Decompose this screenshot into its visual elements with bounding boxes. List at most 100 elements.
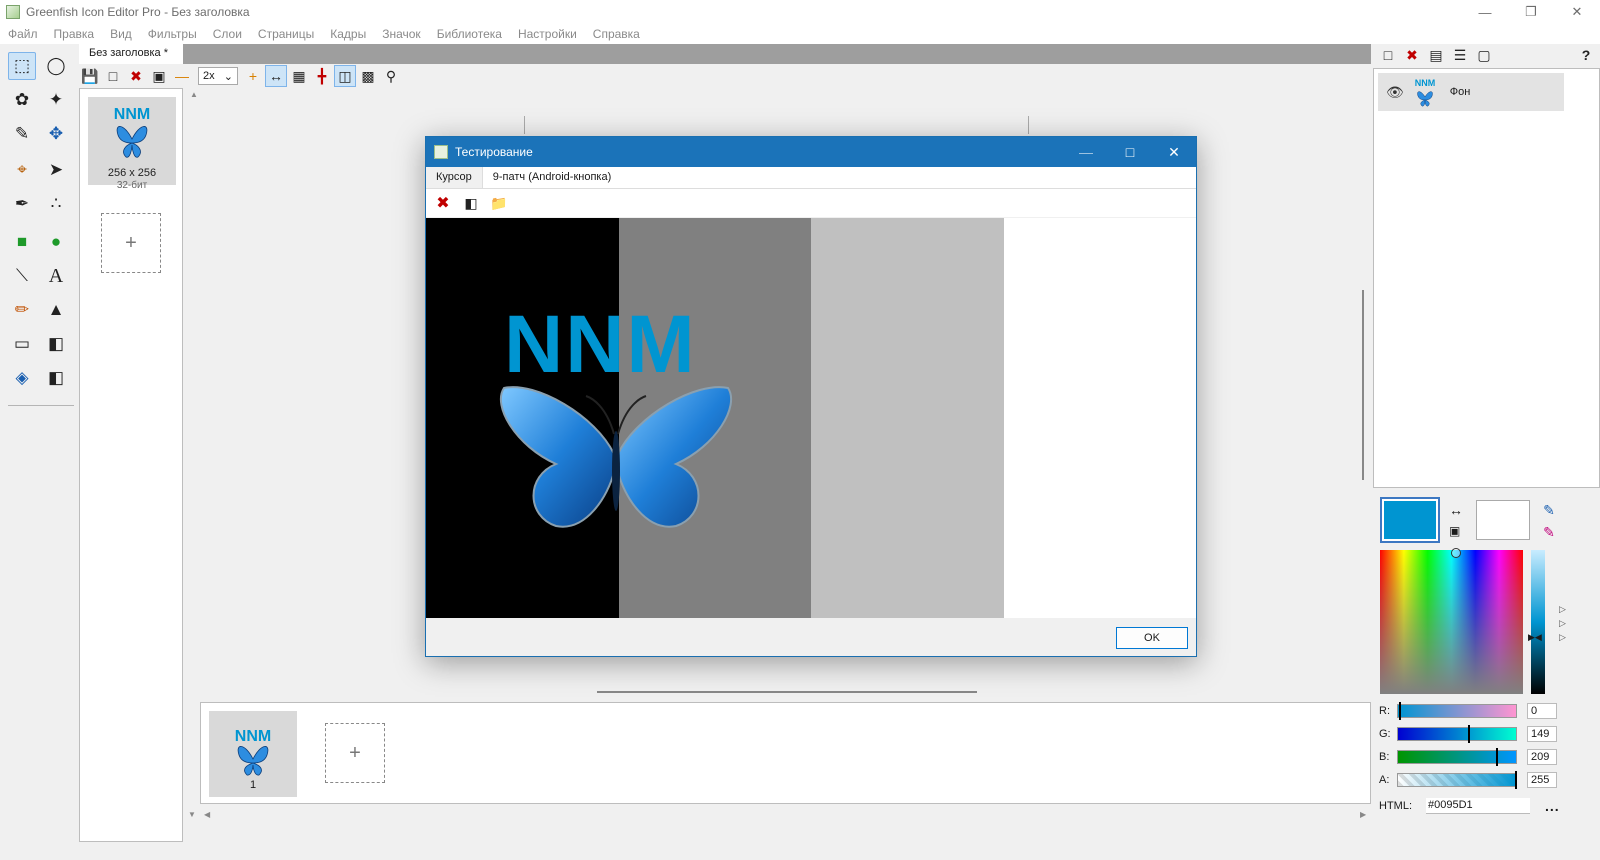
menu-layers[interactable]: Слои [213,27,242,41]
menu-view[interactable]: Вид [110,27,132,41]
menu-file[interactable]: Файл [8,27,38,41]
gradient-icon[interactable]: ◧ [42,364,70,392]
close-button[interactable]: ✕ [1554,0,1600,24]
layer-mask-icon[interactable]: ▢ [1473,44,1495,66]
clone-icon[interactable]: ◧ [42,330,70,358]
more-options-button[interactable]: ... [1545,798,1560,814]
html-color-field[interactable]: #0095D1 [1426,798,1530,814]
ok-button[interactable]: OK [1116,627,1188,649]
spectrum-marker[interactable] [1451,548,1461,558]
color-spectrum[interactable] [1380,550,1523,694]
text-icon[interactable]: A [42,262,70,290]
move-icon[interactable]: ✥ [42,120,70,148]
crosshair-grid-icon[interactable]: ╋ [311,65,333,87]
fill-icon[interactable]: ◈ [8,364,36,392]
blue-slider[interactable] [1397,748,1517,766]
new-page-icon[interactable]: □ [102,65,124,87]
swap-colors-icon[interactable]: ↔ [1449,502,1463,518]
pointer-icon[interactable]: ➤ [42,156,70,184]
rectangle-icon[interactable]: ■ [8,228,36,256]
alpha-value[interactable]: 255 [1527,772,1557,788]
reset-colors-icon[interactable]: ▣ [1449,524,1460,538]
ellipse-select-icon[interactable]: ◯ [42,52,70,80]
delete-icon[interactable]: ✖ [125,65,147,87]
actual-size-icon[interactable]: ▣ [148,65,170,87]
green-slider-thumb[interactable] [1468,725,1470,743]
clear-icon[interactable]: ✖ [432,192,454,214]
lasso-icon[interactable]: ✿ [8,86,36,114]
menu-frames[interactable]: Кадры [330,27,366,41]
frame-thumbnail[interactable]: NNM 1 [209,711,297,797]
fit-width-icon[interactable]: ↔ [265,65,287,87]
transparent-color-icon[interactable]: ✎ [1541,524,1557,540]
blue-slider-thumb[interactable] [1496,748,1498,766]
blue-value[interactable]: 209 [1527,749,1557,765]
rect-select-icon[interactable]: ⬚ [8,52,36,80]
primary-color-swatch[interactable] [1380,497,1440,543]
eye-icon[interactable]: 👁 [1386,84,1404,101]
document-tab[interactable]: Без заголовка * [79,44,183,64]
green-value[interactable]: 149 [1527,726,1557,742]
test-preview-icon[interactable]: ⚲ [380,65,402,87]
filmstrip-icon[interactable]: ▩ [357,65,379,87]
menu-settings[interactable]: Настройки [518,27,577,41]
help-icon[interactable]: ? [1575,44,1597,66]
eraser-icon[interactable]: ▭ [8,330,36,358]
zoom-in-icon[interactable]: + [242,65,264,87]
crop-icon[interactable]: ⌖ [8,156,36,184]
pencil-icon[interactable]: ✏ [8,296,36,324]
merge-layers-icon[interactable]: ☰ [1449,44,1471,66]
tab-nine-patch[interactable]: 9-патч (Android-кнопка) [483,167,621,188]
red-value[interactable]: 0 [1527,703,1557,719]
pen-select-icon[interactable]: ✎ [8,120,36,148]
background-toggle-icon[interactable]: ◧ [460,192,482,214]
dialog-minimize-button[interactable]: — [1064,137,1108,167]
tab-cursor[interactable]: Курсор [426,167,483,188]
magic-wand-icon[interactable]: ✦ [42,86,70,114]
delete-layer-icon[interactable]: ✖ [1401,44,1423,66]
dialog-maximize-button[interactable]: □ [1108,137,1152,167]
restore-button[interactable]: ❐ [1508,0,1554,24]
luminance-bar[interactable] [1531,550,1545,694]
eyedropper-icon[interactable]: ✒ [8,190,36,218]
spray-icon[interactable]: ∴ [42,190,70,218]
scroll-up-icon[interactable]: ▲ [190,90,198,99]
minimize-button[interactable]: — [1462,0,1508,24]
alpha-slider-thumb[interactable] [1515,771,1517,789]
menu-icon[interactable]: Значок [382,27,420,41]
page-thumbnail[interactable]: NNM 256 x 256 32-бит [88,97,176,191]
grid-icon[interactable]: ▦ [288,65,310,87]
menu-help[interactable]: Справка [593,27,640,41]
alpha-slider[interactable] [1397,771,1517,789]
zoom-out-icon[interactable]: — [171,65,193,87]
open-folder-icon[interactable]: 📁 [488,192,510,214]
brush-icon[interactable]: ▲ [42,296,70,324]
layer-row[interactable]: 👁 NNM Фон [1378,73,1564,111]
line-icon[interactable]: ⟍ [8,262,36,290]
luminance-marker-icon[interactable]: ▶◀ [1528,632,1542,643]
horizontal-scrollbar[interactable] [597,691,977,693]
scroll-left-icon[interactable]: ◀ [204,810,210,819]
dialog-close-button[interactable]: ✕ [1152,137,1196,167]
tile-view-icon[interactable]: ◫ [334,65,356,87]
scroll-right-icon[interactable]: ▶ [1360,810,1366,819]
add-page-button[interactable]: + [101,213,161,273]
layer-properties-icon[interactable]: ▤ [1425,44,1447,66]
secondary-color-swatch[interactable] [1476,500,1530,540]
zoom-select[interactable]: 2x ⌄ [198,67,238,85]
save-icon[interactable]: 💾 [79,65,101,87]
color-picker-icon[interactable]: ✎ [1541,502,1557,518]
scroll-down-icon[interactable]: ▼ [188,810,196,819]
preview-area[interactable]: NNM [426,218,1196,618]
new-layer-icon[interactable]: □ [1377,44,1399,66]
menu-filters[interactable]: Фильтры [148,27,197,41]
palette-arrows-icon[interactable]: ▷ ▷ ▷ [1559,602,1566,644]
menu-pages[interactable]: Страницы [258,27,314,41]
red-slider[interactable] [1397,702,1517,720]
add-frame-button[interactable]: + [325,723,385,783]
menu-library[interactable]: Библиотека [437,27,502,41]
green-slider[interactable] [1397,725,1517,743]
menu-edit[interactable]: Правка [54,27,95,41]
ellipse-icon[interactable]: ● [42,228,70,256]
red-slider-thumb[interactable] [1399,702,1401,720]
